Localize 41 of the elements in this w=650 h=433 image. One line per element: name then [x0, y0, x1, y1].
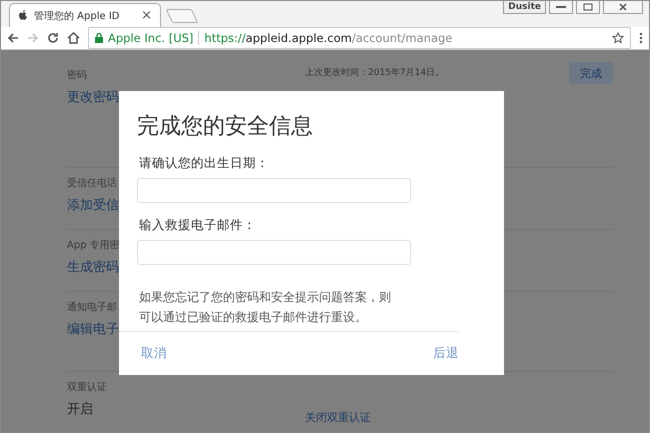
home-icon[interactable] [67, 32, 80, 44]
section-link[interactable]: 添加受信 [67, 196, 119, 214]
section-value: 开启 [67, 401, 93, 418]
security-label: Apple Inc. [US] [108, 31, 194, 45]
disable-link[interactable]: 关闭双重认证 [305, 410, 371, 425]
input-field[interactable] [137, 240, 411, 265]
url-text: https://appleid.apple.com/account/manage [204, 31, 452, 45]
section-label: 通知电子邮 [67, 300, 117, 314]
section-label: 密码 [67, 68, 87, 82]
lock-icon [95, 33, 103, 43]
minimize-icon [556, 5, 566, 9]
apple-icon [18, 10, 28, 21]
dialog-message: 如果您忘记了您的密码和安全提示问题答案，则可以通过已验证的救援电子邮件进行重设。 [139, 289, 392, 326]
section-label: 双重认证 [67, 380, 107, 394]
input-field[interactable] [137, 178, 411, 203]
section-label: App 专用密 [67, 238, 120, 252]
section-label: 受信任电话 [67, 176, 117, 190]
close-button[interactable] [603, 1, 643, 14]
profile-button[interactable]: Dusite [503, 1, 546, 14]
dialog-title: 完成您的安全信息 [136, 113, 314, 141]
cancel-button[interactable]: 取消 [141, 345, 167, 362]
back-icon[interactable] [7, 32, 19, 44]
address-bar[interactable]: Apple Inc. [US] https://appleid.apple.com/account/manage [88, 27, 631, 49]
done-button[interactable]: 完成 [569, 62, 613, 84]
reload-icon[interactable] [47, 32, 59, 44]
section-link[interactable]: 生成密码 [67, 258, 119, 276]
browser-tab[interactable]: 管理您的 Apple ID × [9, 3, 161, 27]
last-changed-text: 上次更改时间：2015年7月14日。 [305, 66, 444, 79]
field-label: 请确认您的出生日期： [138, 155, 270, 172]
tab-title: 管理您的 Apple ID [34, 10, 120, 22]
maximize-icon [583, 3, 593, 11]
menu-icon[interactable] [639, 32, 643, 44]
maximize-button[interactable] [576, 1, 600, 14]
star-icon[interactable] [612, 32, 624, 44]
field-label: 输入救援电子邮件： [138, 217, 257, 234]
minimize-button[interactable] [549, 1, 573, 14]
back-button[interactable]: 后退 [433, 345, 459, 362]
section-link[interactable]: 更改密码 [67, 88, 119, 106]
close-icon [619, 3, 627, 11]
tab-close-button[interactable]: × [141, 8, 152, 23]
section-link[interactable]: 编辑电子 [67, 320, 119, 338]
